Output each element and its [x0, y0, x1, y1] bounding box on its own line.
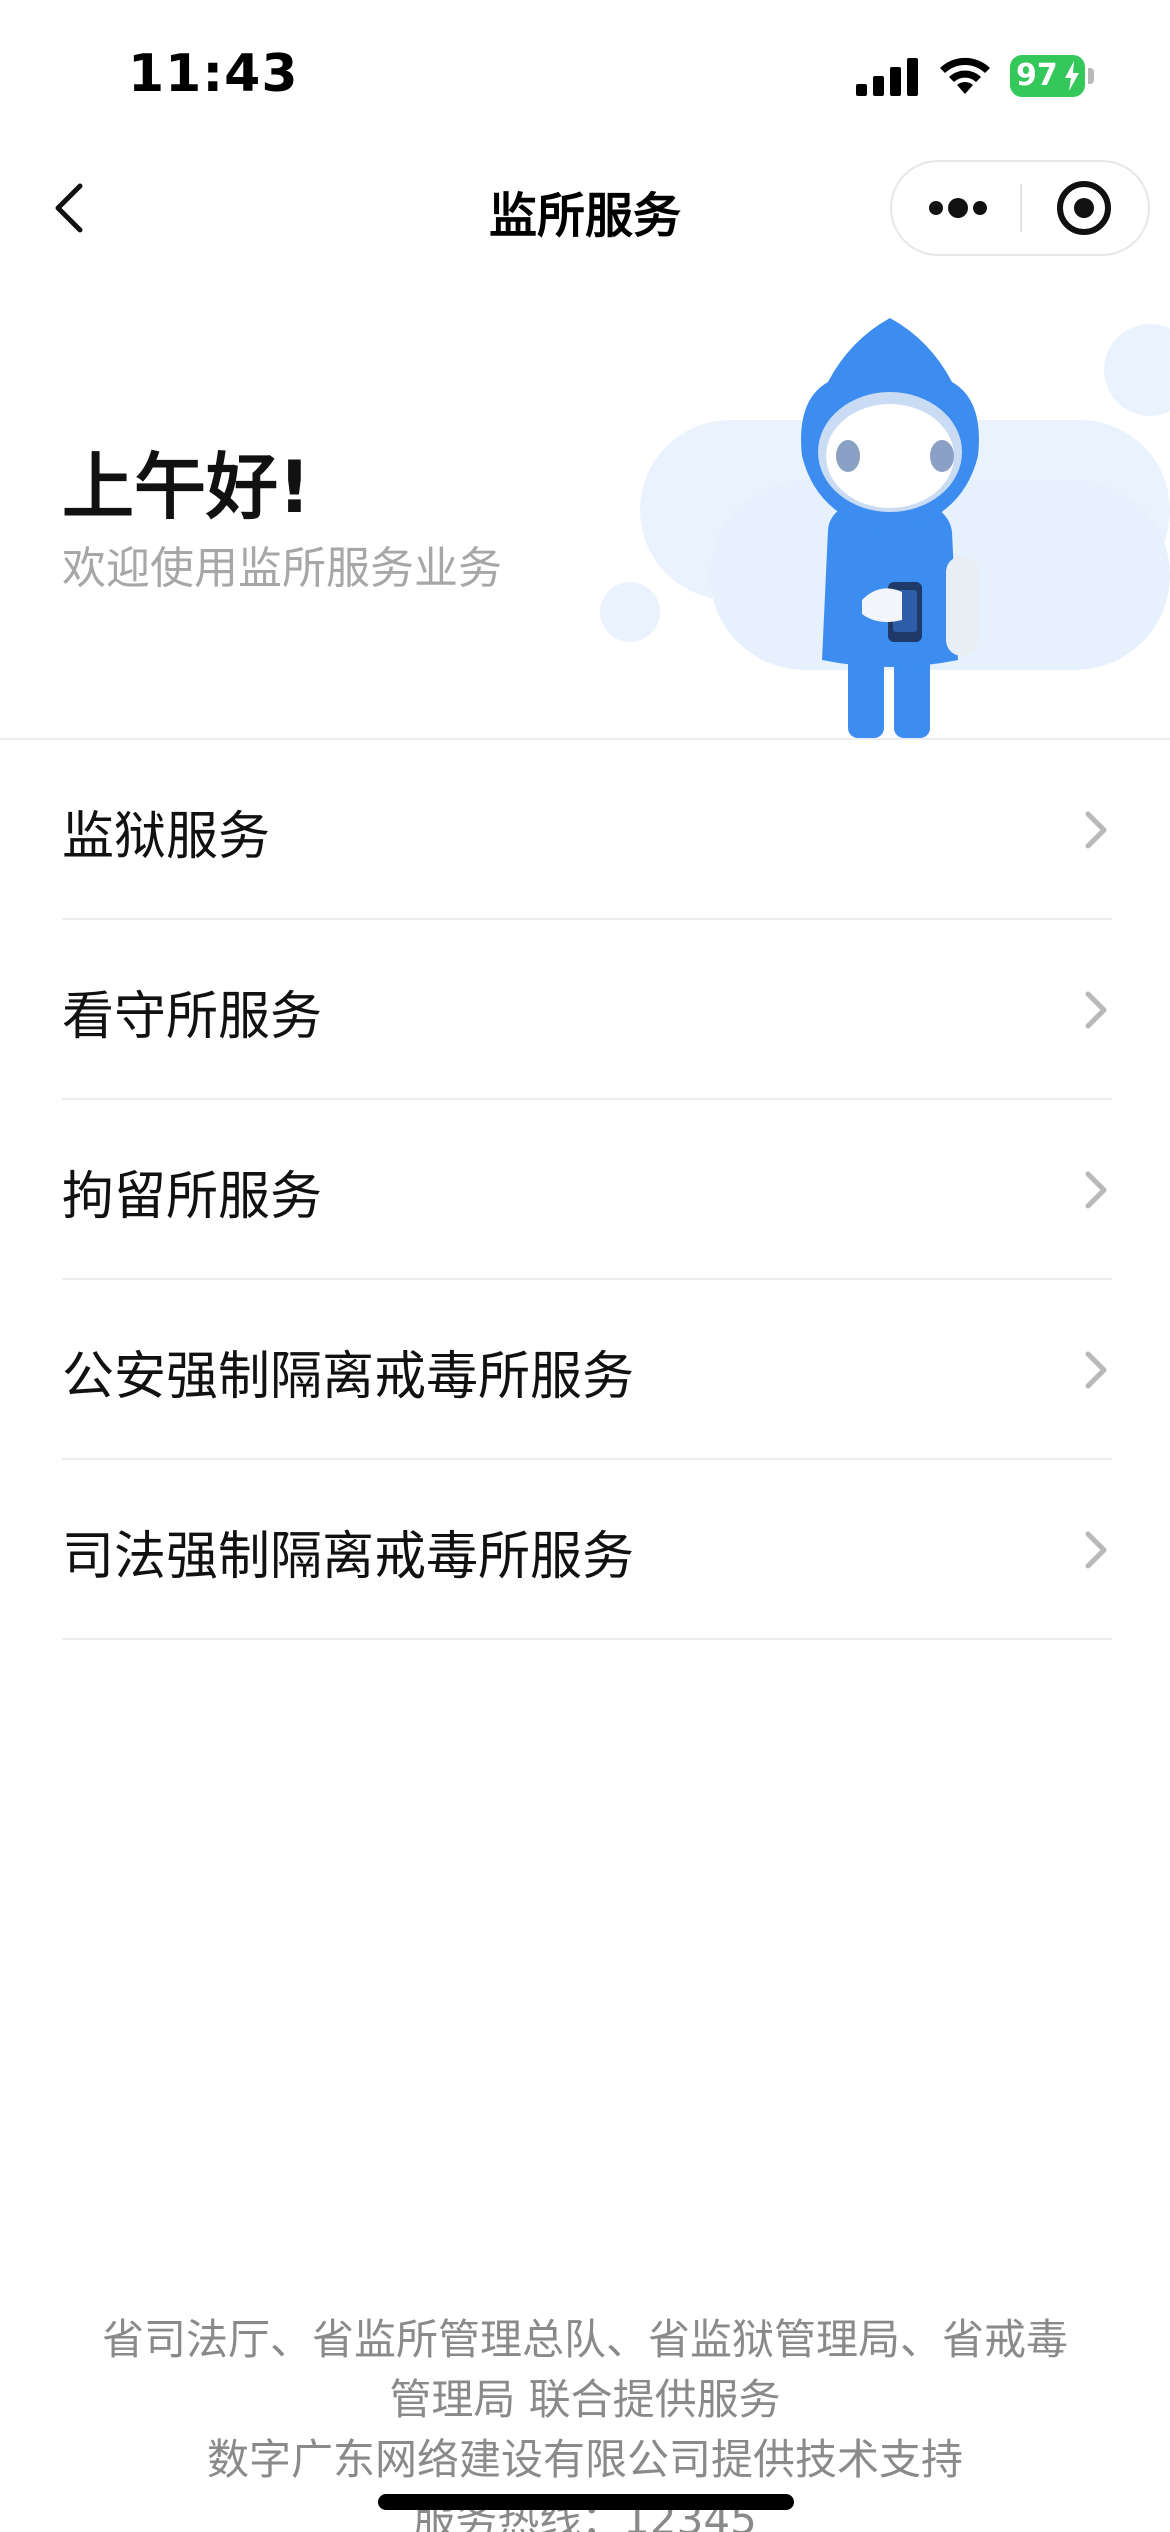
service-item-prison[interactable]: 监狱服务 [0, 740, 1170, 920]
charging-bolt-icon [1065, 61, 1079, 91]
status-time: 11:43 [128, 44, 299, 104]
signal-icon [856, 58, 918, 96]
mascot-illustration [600, 318, 1170, 738]
row-divider [62, 1638, 1112, 1640]
service-label: 看守所服务 [62, 987, 323, 1047]
hero-banner: 上午好! 欢迎使用监所服务业务 [0, 270, 1170, 738]
home-indicator[interactable] [378, 2494, 794, 2510]
battery-level: 97 [1016, 58, 1058, 93]
wifi-icon [940, 57, 990, 94]
welcome-subtitle: 欢迎使用监所服务业务 [62, 543, 502, 594]
chevron-right-icon [1085, 1171, 1107, 1209]
more-dots-icon [929, 198, 987, 218]
page: 11:43 97 监所服务 上午好! 欢迎使用监所服务业务 监狱服务 看守所服务… [0, 0, 1170, 2532]
service-label: 监狱服务 [62, 807, 271, 867]
status-bar: 11:43 97 [0, 0, 1170, 150]
service-label: 司法强制隔离戒毒所服务 [62, 1527, 635, 1587]
battery-indicator: 97 [1010, 55, 1085, 97]
target-close-icon [1057, 181, 1111, 235]
chevron-right-icon [1085, 1351, 1107, 1389]
chevron-right-icon [1085, 811, 1107, 849]
close-button[interactable] [1022, 162, 1150, 254]
nav-bar: 监所服务 [0, 150, 1170, 270]
service-item-detention-center[interactable]: 看守所服务 [0, 920, 1170, 1100]
service-list: 监狱服务 看守所服务 拘留所服务 公安强制隔离戒毒所服务 司法强制隔离戒毒所服务 [0, 740, 1170, 1640]
mini-program-capsule [890, 160, 1150, 256]
greeting-heading: 上午好! [62, 445, 311, 529]
battery-cap [1088, 68, 1094, 84]
service-item-custody-house[interactable]: 拘留所服务 [0, 1100, 1170, 1280]
footer-providers-line1: 省司法厅、省监所管理总队、省监狱管理局、省戒毒 [101, 2315, 1068, 2364]
footer-providers-line2: 管理局 联合提供服务 [389, 2375, 781, 2424]
chevron-right-icon [1085, 1531, 1107, 1569]
service-label: 公安强制隔离戒毒所服务 [62, 1347, 635, 1407]
service-label: 拘留所服务 [62, 1167, 323, 1227]
footer-tech-support: 数字广东网络建设有限公司提供技术支持 [206, 2435, 963, 2484]
service-item-police-rehab-center[interactable]: 公安强制隔离戒毒所服务 [0, 1280, 1170, 1460]
more-button[interactable] [892, 162, 1020, 254]
chevron-right-icon [1085, 991, 1107, 1029]
service-item-judicial-rehab-center[interactable]: 司法强制隔离戒毒所服务 [0, 1460, 1170, 1640]
